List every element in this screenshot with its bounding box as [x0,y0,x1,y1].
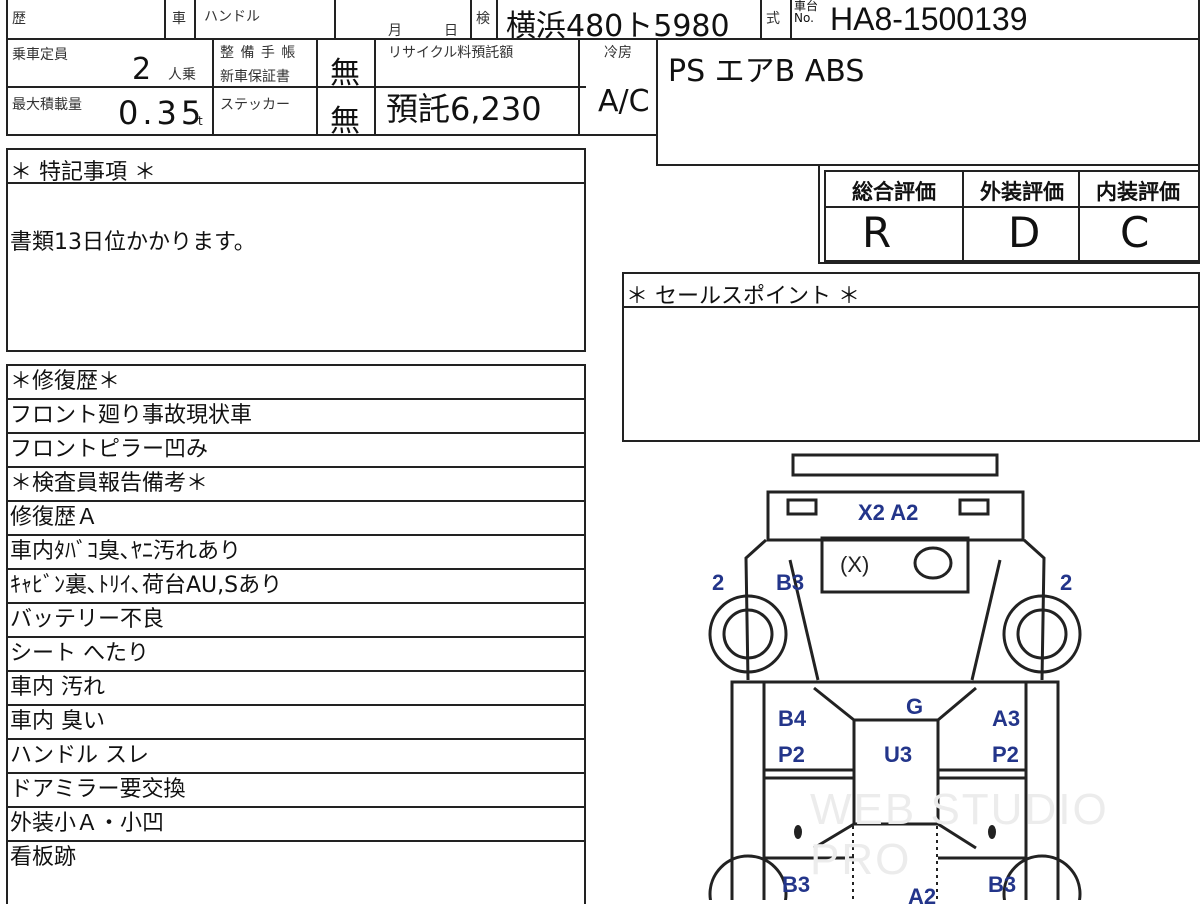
repair-list-item: ＊検査員報告備考＊ [6,466,584,500]
diagram-left-door-2-label: P2 [778,742,805,767]
repair-list-item: 車内ﾀﾊﾞｺ臭､ﾔﾆ汚れあり [6,534,584,568]
overall-grade-value: R [862,208,892,257]
aircon-value: A/C [598,84,650,119]
repair-list-item: フロントピラー凹み [6,432,584,466]
repair-list-item: 看板跡 [6,840,584,874]
diagram-center-label: U3 [884,742,913,767]
max-load-label: 最大積載量 [12,97,82,113]
repair-list-item: 修復歴Ａ [6,500,584,534]
repair-list-item: 車内 汚れ [6,670,584,704]
exterior-grade-value: D [1008,208,1041,257]
repair-list-item: シート へたり [6,636,584,670]
interior-grade-label: 内装評価 [1096,180,1180,204]
max-load-unit: t [198,114,203,128]
diagram-rear-left-label: B3 [782,872,811,897]
maintenance-value: 無 [330,56,360,91]
diagram-right-door-1-label: A3 [992,706,1021,731]
sticker-value: 無 [330,104,360,139]
diagram-right-door-2-label: P2 [992,742,1019,767]
diagram-roof-label: X2 A2 [858,500,919,525]
repair-list-item: フロント廻り事故現状車 [6,398,584,432]
equipment-text: PS エアB ABS [668,54,865,89]
special-notes-text: 書類13日位かかります。 [10,230,256,255]
bumper-outline [791,453,999,477]
glass-mark [913,546,953,580]
overall-grade-label: 総合評価 [852,180,936,204]
recycle-fee-value: 預託6,230 [386,90,542,128]
watermark: WEB STUDIO PRO [810,785,1109,884]
maintenance-label-1: 整 備 手 帳 [220,45,297,61]
type-label: 式 [766,11,780,27]
roof-marker-right [958,498,990,516]
recycle-fee-label: リサイクル料預託額 [388,45,514,61]
damage-dot-left [794,825,802,839]
day-label: 日 [444,23,458,39]
repair-list-item: ドアミラー要交換 [6,772,584,806]
capacity-value: 2 [132,52,152,87]
inspection-label: 検 [476,11,490,27]
chassis-label: 車台 No. [794,0,819,25]
roof-marker-left [786,498,818,516]
month-label: 月 [388,23,402,39]
door-lines [764,768,1026,780]
car-label: 車 [172,11,186,27]
repair-list-item: ｷｬﾋﾞﾝ裏､ﾄﾘｲ､荷台AU,Sあり [6,568,584,602]
diagram-left-pillar-label: B3 [776,570,805,595]
exterior-grade-label: 外装評価 [980,180,1064,204]
maintenance-label-2: 新車保証書 [220,69,290,85]
handle-label: ハンドル [204,9,260,25]
capacity-unit: 人乗 [168,67,196,83]
diagram-left-wheel-label: 2 [712,570,725,595]
repair-list-item: ハンドル スレ [6,738,584,772]
repair-list-item: 外装小Ａ・小凹 [6,806,584,840]
max-load-value: 0.35 [118,94,206,132]
sales-points-title: ＊ セールスポイント ＊ [626,284,860,309]
interior-grade-value: C [1120,208,1150,257]
repair-list-item: バッテリー不良 [6,602,584,636]
diagram-top-center-label: G [906,694,924,719]
history-label: 歴 [12,11,26,27]
diagram-right-wheel-label: 2 [1060,570,1073,595]
chassis-number: HA8-1500139 [830,1,1028,37]
repair-list-item: ＊修復歴＊ [6,364,584,398]
sticker-label: ステッカー [220,97,290,113]
repair-list-item: 車内 臭い [6,704,584,738]
capacity-label: 乗車定員 [12,47,68,63]
aircon-label: 冷房 [604,45,632,61]
rear-left-wheel [708,854,788,900]
special-notes-title: ＊ 特記事項 ＊ [10,160,156,185]
diagram-glass-label: (X) [840,552,870,577]
diagram-rear-center-label: A2 [908,884,937,909]
diagram-left-door-1-label: B4 [778,706,807,731]
